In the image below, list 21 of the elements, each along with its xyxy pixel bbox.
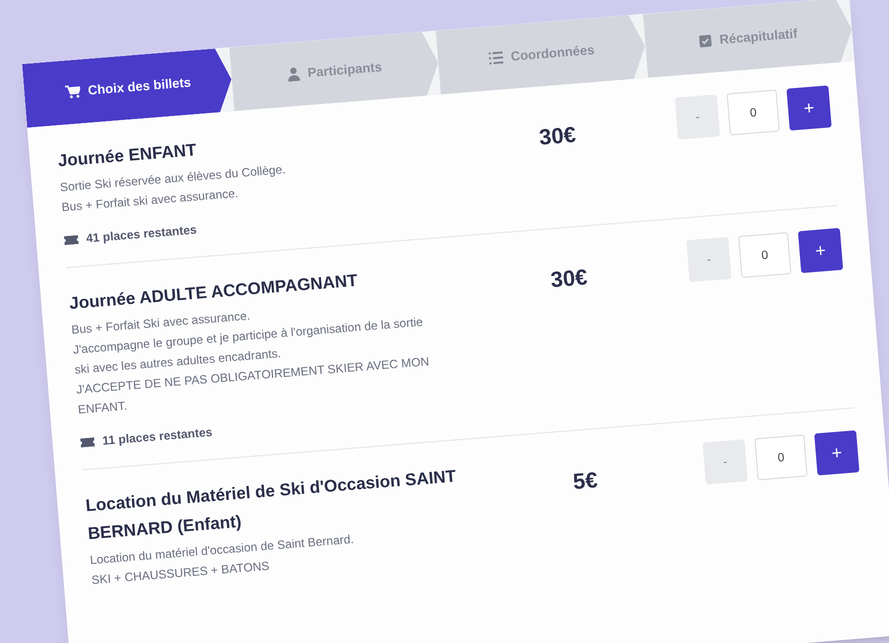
step-tab[interactable]: Choix des billets <box>22 47 234 128</box>
quantity-field[interactable]: 0 <box>738 232 792 278</box>
ticket-price: 30€ <box>549 263 589 294</box>
cart-icon <box>64 84 81 100</box>
ticket-description: ENFANT. <box>77 398 129 419</box>
increase-button[interactable]: + <box>798 228 844 274</box>
quantity-field[interactable]: 0 <box>754 434 808 480</box>
ticket-icon <box>80 436 95 447</box>
ticket-icon <box>64 234 79 245</box>
ticket-price: 30€ <box>538 120 578 152</box>
places-remaining: 41 places restantes <box>85 222 198 248</box>
checkbox-icon <box>699 34 712 48</box>
ticket-title: Journée ENFANT <box>56 139 198 171</box>
increase-button[interactable]: + <box>786 85 832 131</box>
quantity-field[interactable]: 0 <box>726 90 780 136</box>
increase-button[interactable]: + <box>814 430 860 476</box>
user-icon <box>287 66 300 82</box>
places-remaining: 11 places restantes <box>102 424 213 450</box>
ticket-title: Journée ADULTE ACCOMPAGNANT <box>68 270 360 314</box>
list-icon <box>488 51 504 65</box>
ticket-price: 5€ <box>572 466 599 496</box>
